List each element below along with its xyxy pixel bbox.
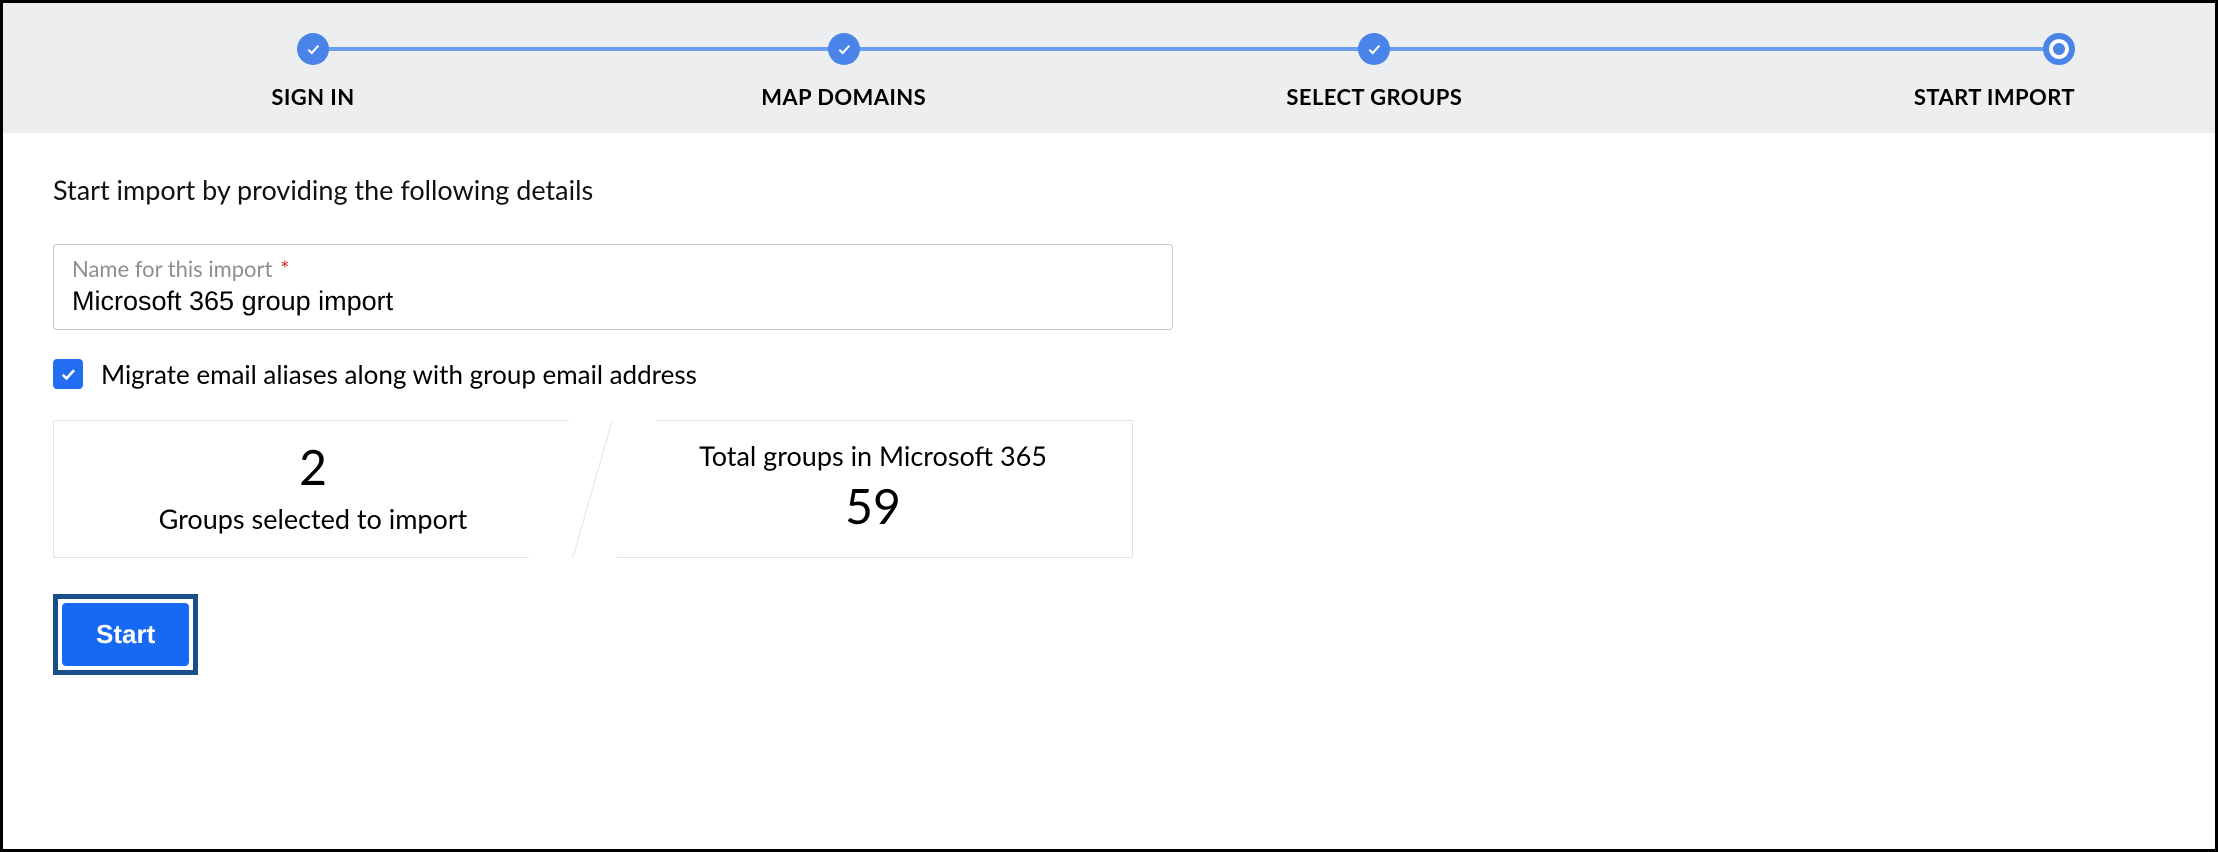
intro-text: Start import by providing the following …	[53, 173, 2165, 206]
import-wizard-window: SIGN IN MAP DOMAINS SELECT GROUPS S	[0, 0, 2218, 852]
stats-row: 2 Groups selected to import Total groups…	[53, 420, 2165, 558]
content-area: Start import by providing the following …	[3, 133, 2215, 715]
step-label: SELECT GROUPS	[1286, 83, 1462, 110]
step-label: MAP DOMAINS	[761, 83, 926, 110]
step-label: START IMPORT	[1914, 83, 2075, 110]
field-label-text: Name for this import	[72, 255, 272, 282]
import-name-input[interactable]	[72, 282, 1154, 317]
selected-groups-label: Groups selected to import	[64, 502, 562, 535]
total-groups-label: Total groups in Microsoft 365	[624, 439, 1122, 472]
checkmark-icon	[828, 33, 860, 65]
step-select-groups[interactable]: SELECT GROUPS	[1204, 33, 1544, 110]
selected-groups-card: 2 Groups selected to import	[53, 420, 573, 558]
selected-groups-count: 2	[64, 439, 562, 496]
step-start-import[interactable]: START IMPORT	[1735, 33, 2075, 110]
migrate-aliases-checkbox[interactable]	[53, 359, 83, 389]
migrate-aliases-label: Migrate email aliases along with group e…	[101, 358, 697, 390]
step-label: SIGN IN	[271, 83, 354, 110]
current-step-icon	[2043, 33, 2075, 65]
total-groups-card: Total groups in Microsoft 365 59	[613, 420, 1133, 558]
checkmark-icon	[59, 365, 77, 383]
start-button[interactable]: Start	[62, 603, 189, 666]
import-name-field[interactable]: Name for this import *	[53, 244, 1173, 330]
start-button-highlight: Start	[53, 594, 198, 675]
step-sign-in[interactable]: SIGN IN	[143, 33, 483, 110]
migrate-aliases-row: Migrate email aliases along with group e…	[53, 358, 2165, 390]
field-label: Name for this import *	[72, 255, 289, 282]
total-groups-count: 59	[624, 478, 1122, 535]
stepper-bar: SIGN IN MAP DOMAINS SELECT GROUPS S	[3, 3, 2215, 133]
checkmark-icon	[1358, 33, 1390, 65]
required-indicator: *	[280, 255, 289, 282]
checkmark-icon	[297, 33, 329, 65]
step-map-domains[interactable]: MAP DOMAINS	[674, 33, 1014, 110]
